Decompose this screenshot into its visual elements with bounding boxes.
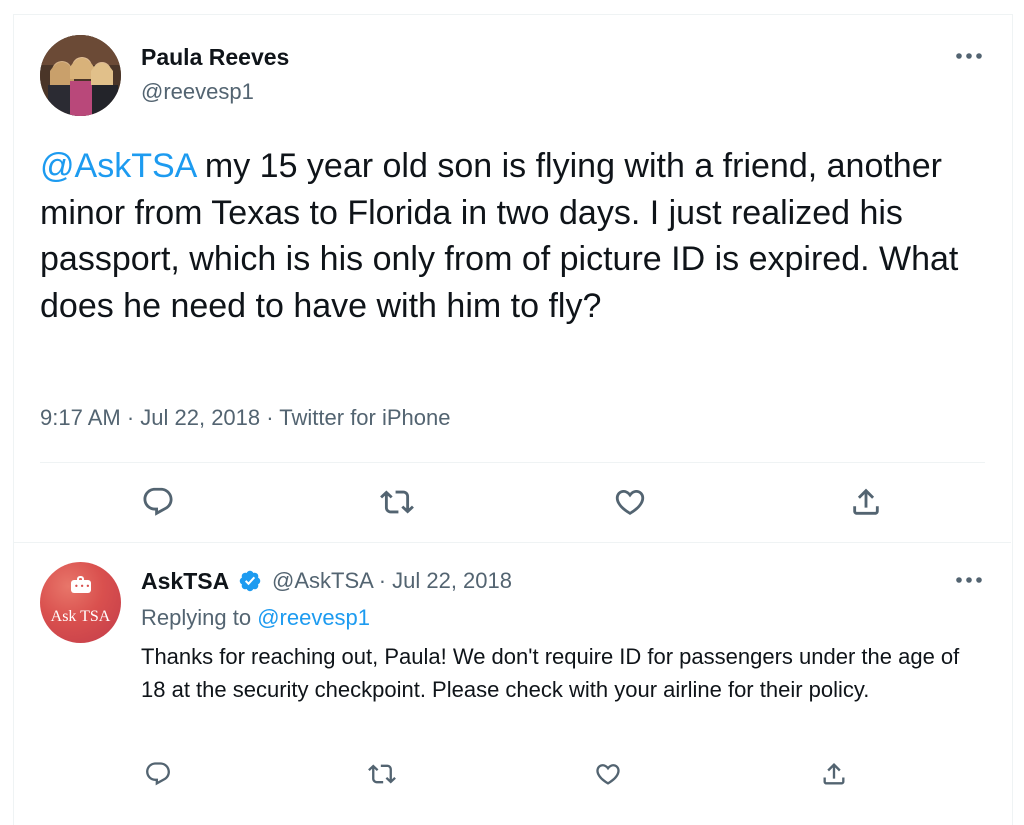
like-button[interactable] — [610, 482, 650, 522]
share-icon — [853, 488, 879, 515]
replying-handle-link[interactable]: @reevesp1 — [257, 605, 370, 630]
reply-text: Thanks for reaching out, Paula! We don't… — [141, 644, 960, 702]
mention-link[interactable]: @AskTSA — [40, 147, 195, 185]
author-name[interactable]: Paula Reeves — [141, 44, 289, 71]
reply-icon — [143, 487, 173, 516]
replying-to: Replying to @reevesp1 — [141, 605, 370, 631]
replying-prefix: Replying to — [141, 605, 258, 630]
reply-icon — [146, 762, 170, 786]
reply-button[interactable] — [138, 482, 178, 522]
like-button[interactable] — [588, 754, 628, 794]
reply-tweet[interactable]: ••• Ask TSA AskTSA @AskTSA · Jul 22, 201… — [0, 543, 1024, 824]
more-options-button[interactable] — [955, 46, 983, 66]
author-handle[interactable]: @reevesp1 — [141, 79, 254, 105]
profile-photo — [40, 35, 121, 116]
retweet-icon — [380, 490, 414, 514]
author-name[interactable]: AskTSA — [141, 568, 229, 595]
tweet-meta[interactable]: 9:17 AM · Jul 22, 2018 · Twitter for iPh… — [40, 405, 450, 431]
verified-badge-icon — [239, 570, 261, 592]
avatar[interactable] — [40, 35, 121, 116]
chat-bubble-icon: ••• — [71, 576, 91, 593]
like-icon — [615, 489, 645, 515]
share-button[interactable] — [814, 754, 854, 794]
tweet-text: @AskTSA my 15 year old son is flying wit… — [40, 143, 980, 329]
avatar[interactable]: ••• Ask TSA — [40, 562, 121, 643]
share-icon — [823, 763, 845, 785]
more-options-button[interactable] — [955, 570, 983, 590]
like-icon — [596, 764, 620, 785]
share-button[interactable] — [846, 482, 886, 522]
retweet-button[interactable] — [362, 754, 402, 794]
main-tweet[interactable]: Paula Reeves @reevesp1 @AskTSA my 15 yea… — [0, 0, 1024, 543]
retweet-button[interactable] — [377, 482, 417, 522]
divider — [40, 462, 985, 463]
more-horizontal-icon — [956, 53, 982, 59]
reply-button[interactable] — [138, 754, 178, 794]
author-handle-date[interactable]: @AskTSA · Jul 22, 2018 — [272, 568, 512, 594]
more-horizontal-icon — [956, 577, 982, 583]
retweet-icon — [368, 764, 396, 784]
avatar-label: Ask TSA — [50, 608, 111, 625]
